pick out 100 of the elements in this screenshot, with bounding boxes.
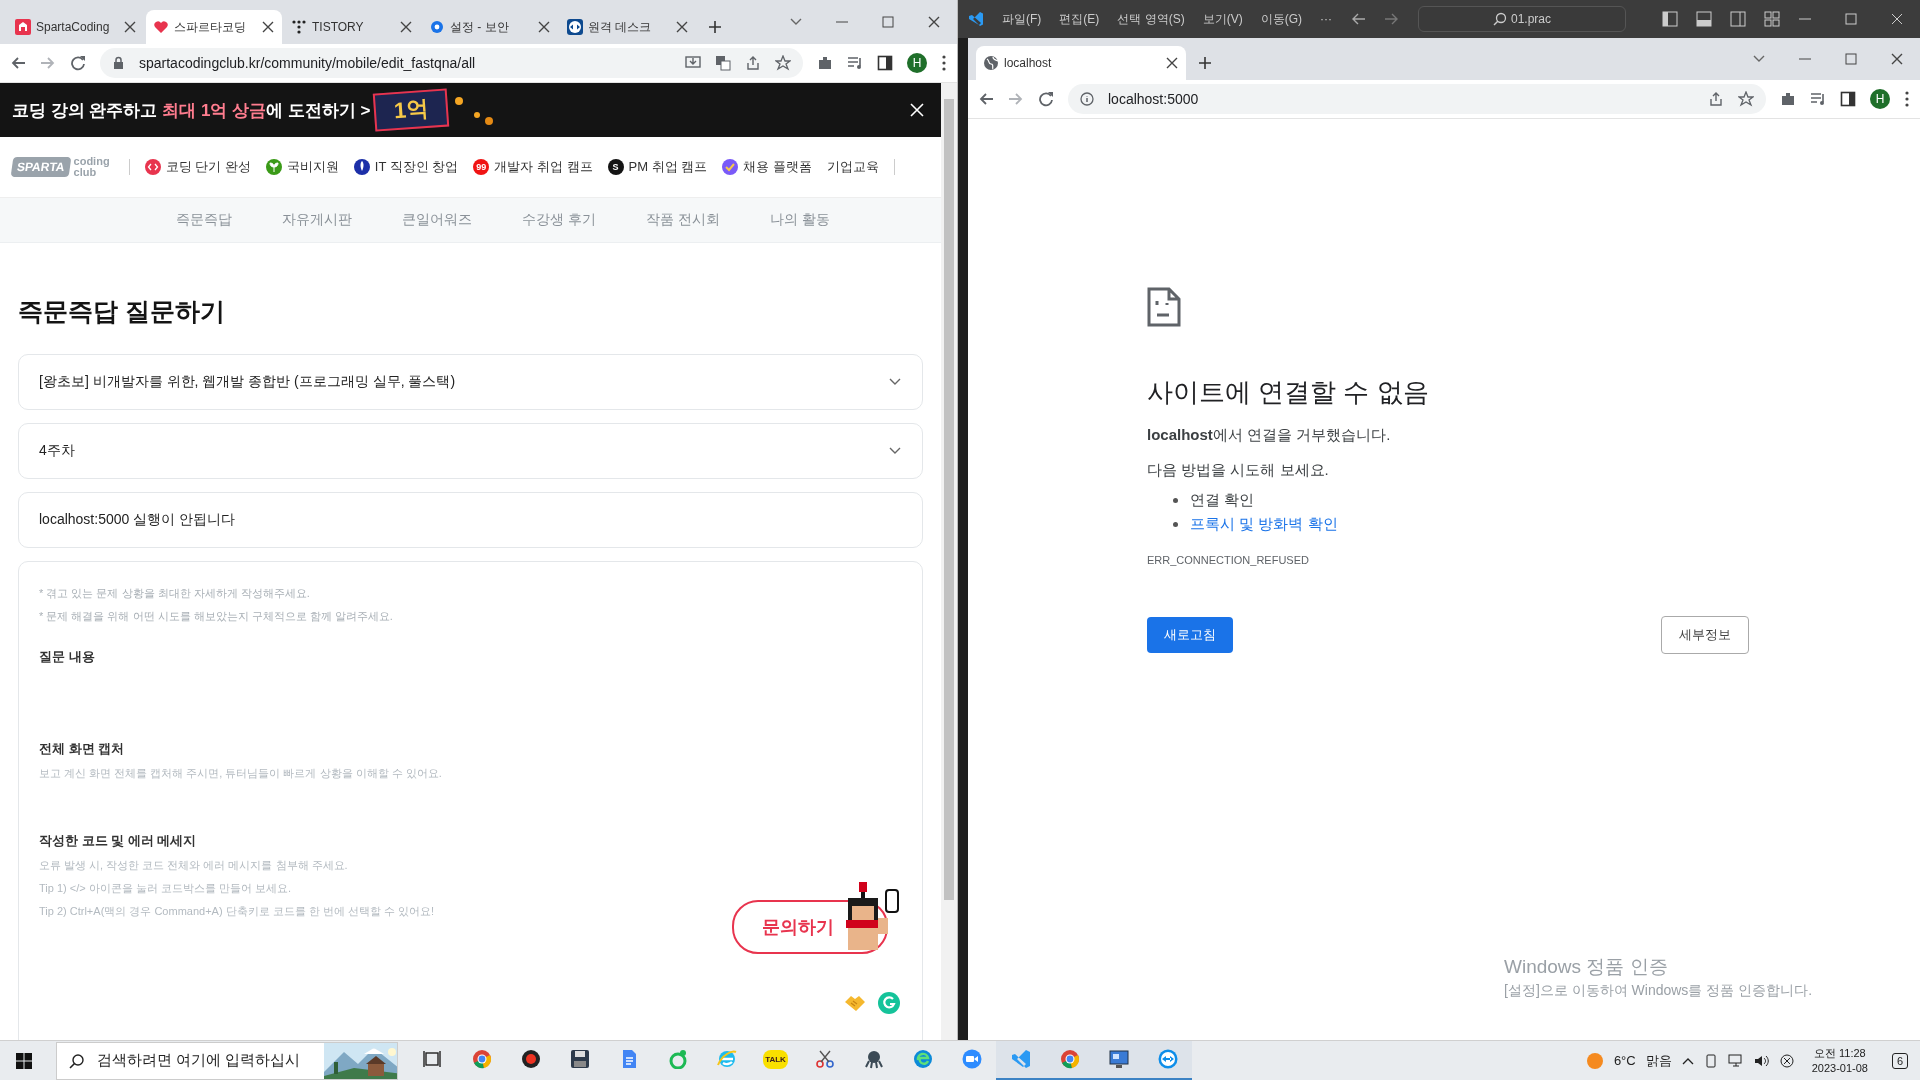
star-icon[interactable] — [1738, 91, 1754, 107]
windows-start-icon[interactable] — [16, 1052, 32, 1069]
close-icon[interactable] — [1890, 52, 1904, 66]
nav-link[interactable]: IT 직장인 창업 — [353, 158, 459, 176]
code-editor-icon[interactable] — [996, 1040, 1045, 1080]
layout-icon[interactable] — [1730, 11, 1746, 27]
share-icon[interactable] — [1708, 91, 1724, 107]
close-icon[interactable] — [537, 20, 551, 34]
forward-icon[interactable] — [1384, 11, 1400, 27]
reload-icon[interactable] — [1038, 91, 1054, 107]
puzzle-icon[interactable] — [817, 55, 833, 71]
title-field[interactable]: localhost:5000 실행이 안됩니다 — [18, 492, 923, 548]
back-icon[interactable] — [978, 91, 994, 107]
profile-avatar[interactable]: H — [1870, 89, 1890, 109]
tab-title: 원격 데스크 — [588, 18, 653, 36]
device-icon[interactable] — [1703, 1053, 1718, 1068]
close-icon[interactable] — [927, 15, 941, 29]
grammar-check-icon[interactable] — [878, 992, 900, 1014]
network-icon[interactable] — [1727, 1053, 1744, 1068]
star-icon[interactable] — [775, 55, 791, 71]
reload-icon[interactable] — [70, 55, 86, 71]
error-code: ERR_CONNECTION_REFUSED — [1147, 554, 1310, 566]
clock[interactable]: 오전 11:28 2023-01-08 — [1803, 1045, 1876, 1076]
puzzle-icon[interactable] — [1780, 91, 1796, 107]
tab-title: 설정 - 보안 — [450, 18, 510, 36]
menu-icon[interactable] — [1904, 91, 1910, 107]
code-editor-icon[interactable] — [968, 11, 984, 27]
scrollbar[interactable] — [941, 83, 957, 1040]
nav-link[interactable]: 국비지원 — [265, 158, 339, 176]
help-link[interactable]: 프록시 및 방화벽 확인 — [1190, 512, 1338, 536]
guide-text: * 문제 해결을 위해 어떤 시도를 해보았는지 구체적으로 함께 알려주세요. — [39, 609, 394, 624]
browser-tab[interactable]: SpartaCoding — [8, 10, 144, 44]
url-text: spartacodingclub.kr/community/mobile/edit_fastqna/all — [139, 55, 476, 71]
back-icon[interactable] — [1350, 11, 1366, 27]
section-heading: 전체 화면 캡처 — [39, 740, 126, 758]
new-tab-icon[interactable] — [708, 20, 722, 34]
volume-icon[interactable] — [1753, 1053, 1770, 1068]
menu-item[interactable]: ··· — [1320, 12, 1332, 26]
nav-link[interactable]: 코딩 단기 완성 — [144, 158, 251, 176]
section-heading: 작성한 코드 및 에러 메세지 — [39, 832, 198, 850]
nav-link[interactable]: S PM 취업 캠프 — [607, 158, 708, 176]
address-bar[interactable]: spartacodingclub.kr/community/mobile/edit_fastqna/all — [100, 48, 803, 78]
close-icon[interactable] — [675, 20, 689, 34]
share-icon[interactable] — [745, 55, 761, 71]
profile-avatar[interactable]: H — [907, 53, 927, 73]
hint-text: Tip 1) </> 아이콘을 눌러 코드박스를 만들어 보세요. — [39, 881, 292, 896]
close-icon[interactable] — [123, 20, 137, 34]
layout-icon[interactable] — [1764, 11, 1780, 27]
close-icon[interactable] — [261, 20, 275, 34]
hint-text: 보고 계신 화면 전체를 캡처해 주시면, 튜터님들이 빠르게 상황을 이해할 수 있어요. — [39, 766, 443, 781]
error-message: localhost에서 연결을 거부했습니다. — [1147, 426, 1392, 445]
menu-icon[interactable] — [941, 55, 947, 71]
menu-item[interactable]: 파일(F) — [1002, 10, 1042, 28]
ime-off-icon[interactable] — [1779, 1053, 1794, 1068]
translate-icon[interactable] — [715, 55, 731, 71]
url-text: localhost:5000 — [1108, 91, 1199, 107]
nav-link[interactable]: 채용 플랫폼 — [722, 158, 812, 176]
dropdown[interactable]: 4주차 — [18, 423, 923, 479]
browser-tab[interactable]: localhost — [976, 46, 1186, 80]
back-icon[interactable] — [10, 55, 26, 71]
hint-text: Tip 2) Ctrl+A(맥의 경우 Command+A) 단축키로 코드를 한 번에 선택할 수 있어요! — [39, 904, 436, 919]
nav-link[interactable]: 기업교육 — [826, 158, 879, 176]
side-panel-icon[interactable] — [1840, 91, 1856, 107]
reload-button[interactable]: 새로고침 — [1147, 617, 1233, 653]
guide-text: * 겪고 있는 문제 상황을 최대한 자세하게 작성해주세요. — [39, 586, 311, 601]
layout-icon[interactable] — [1696, 11, 1712, 27]
media-icon[interactable] — [847, 55, 863, 71]
browser-tab[interactable]: 스파르타코딩 — [146, 10, 282, 44]
scroll-thumb[interactable] — [944, 99, 954, 900]
lock-icon — [112, 56, 125, 70]
details-button[interactable]: 세부정보 — [1661, 616, 1749, 654]
menu-item[interactable]: 편집(E) — [1059, 10, 1100, 28]
browser-tab[interactable]: 원격 데스크 — [560, 10, 696, 44]
banner-text: 코딩 강의 완주하고 최대 1억 상금에 도전하기 > — [12, 99, 371, 122]
menu-item[interactable]: 이동(G) — [1260, 10, 1302, 28]
search-icon — [1493, 12, 1507, 26]
close-icon[interactable] — [399, 20, 413, 34]
promo-banner[interactable]: 코딩 강의 완주하고 최대 1억 상금에 도전하기 > 1억 — [0, 83, 941, 137]
info-icon[interactable] — [1080, 92, 1094, 106]
side-panel-icon[interactable] — [877, 55, 893, 71]
browser-tab[interactable]: 설정 - 보안 — [422, 10, 558, 44]
tab-title: 스파르타코딩 — [174, 18, 247, 36]
install-icon[interactable] — [685, 55, 701, 71]
browser-tab[interactable]: TISTORY — [284, 10, 420, 44]
command-search[interactable]: 01.prac — [1418, 6, 1626, 32]
menu-item[interactable]: 보기(V) — [1202, 10, 1243, 28]
double-arrow-icon — [567, 19, 583, 35]
taskbar-search[interactable]: 검색하려면 여기에 입력하십시 — [56, 1041, 398, 1080]
dropdown[interactable]: [왕초보] 비개발자를 위한, 웹개발 종합반 (프로그래밍 실무, 풀스택) — [18, 354, 923, 410]
tab-title: SpartaCoding — [36, 20, 111, 34]
new-tab-icon[interactable] — [1198, 56, 1212, 70]
nav-link[interactable]: 99 개발자 취업 캠프 — [473, 158, 593, 176]
media-icon[interactable] — [1810, 91, 1826, 107]
close-icon[interactable] — [1165, 56, 1179, 70]
notification-button[interactable]: 6 — [1886, 1046, 1914, 1075]
section-heading: 질문 내용 — [39, 648, 96, 666]
address-bar[interactable]: localhost:5000 — [1068, 84, 1766, 114]
layout-icon[interactable] — [1662, 11, 1678, 27]
error-title: 사이트에 연결할 수 없음 — [1147, 376, 1430, 409]
menu-item[interactable]: 선택 영역(S) — [1117, 10, 1185, 28]
